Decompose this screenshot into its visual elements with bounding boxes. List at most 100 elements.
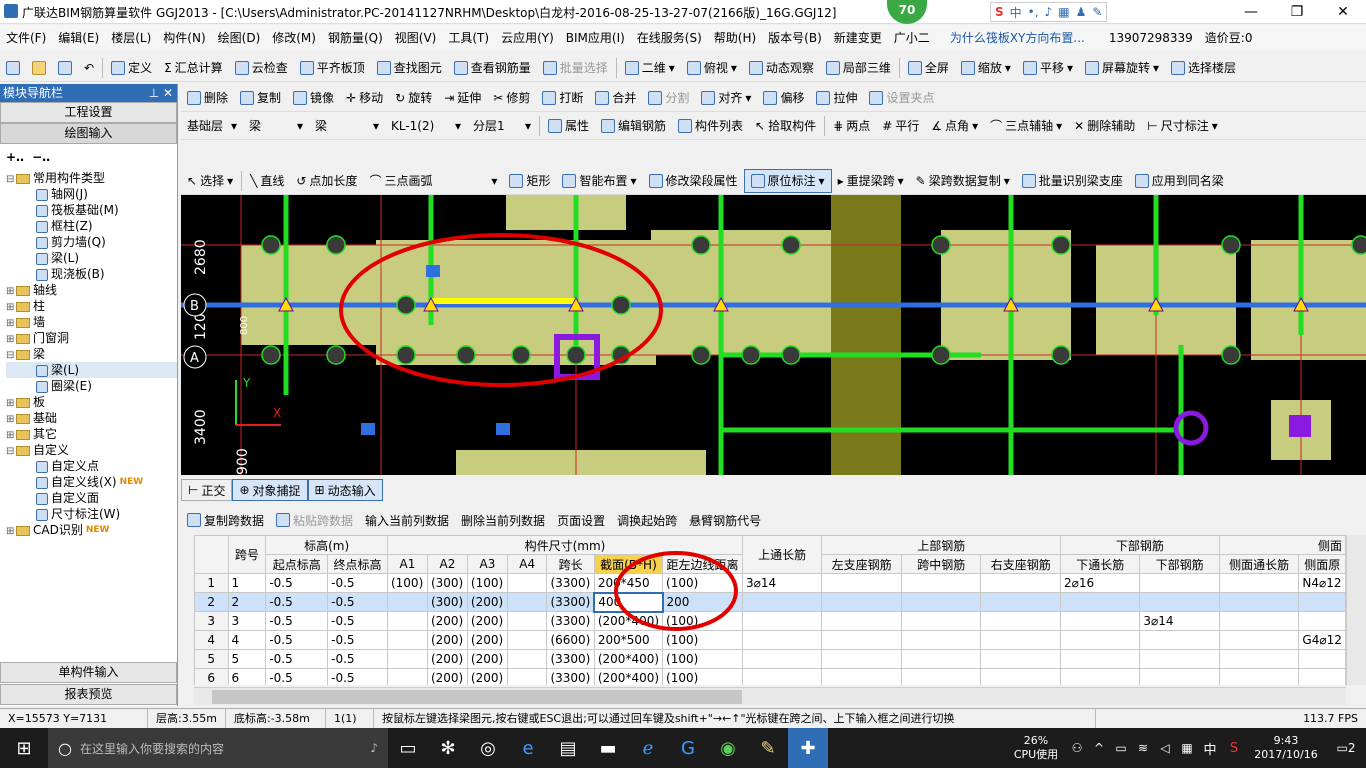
undo-button[interactable]: ↶ — [78, 56, 100, 80]
tree-item[interactable]: ⊟ 自定义 — [6, 442, 177, 458]
apply-same-name-button[interactable]: 应用到同名梁 — [1129, 169, 1230, 193]
align-top-button[interactable]: 平齐板顶 — [294, 56, 371, 80]
parallel-button[interactable]: # 平行 — [876, 114, 925, 138]
glodon-app-icon[interactable]: G — [668, 728, 708, 768]
menu-file[interactable]: 文件(F) — [0, 25, 52, 51]
minimize-button[interactable]: — — [1228, 0, 1274, 24]
menu-new-change[interactable]: 新建变更 — [828, 25, 888, 51]
notification-center[interactable]: ▭ 2 — [1326, 728, 1366, 768]
delete-button[interactable]: 删除 — [181, 86, 234, 110]
menu-modify[interactable]: 修改(M) — [266, 25, 322, 51]
line-button[interactable]: ╲ 直线 — [244, 169, 290, 193]
menu-tools[interactable]: 工具(T) — [442, 25, 495, 51]
tree-item[interactable]: 尺寸标注(W) — [6, 506, 177, 522]
tree-item[interactable]: 圈梁(E) — [6, 378, 177, 394]
menu-online[interactable]: 在线服务(S) — [631, 25, 708, 51]
stretch-button[interactable]: 拉伸 — [810, 86, 863, 110]
2d-dropdown[interactable]: 二维 ▾ — [619, 56, 681, 80]
calc-button[interactable]: Σ 汇总计算 — [158, 56, 229, 80]
type2-select[interactable]: 梁 ▾ — [309, 114, 385, 138]
copy-span-button[interactable]: 复制跨数据 — [181, 512, 270, 529]
tree-item[interactable]: 自定义面 — [6, 490, 177, 506]
expander-icon[interactable]: ⊟ — [6, 444, 16, 460]
scrollbar-thumb[interactable] — [212, 690, 742, 704]
merge-button[interactable]: 合并 — [589, 86, 642, 110]
layer-select[interactable]: 分层1 ▾ — [467, 114, 537, 138]
file-explorer-icon[interactable]: ▬ — [588, 728, 628, 768]
arc-dropdown[interactable]: ⌒ 三点画弧 ▾ — [363, 169, 503, 193]
zoom-dropdown[interactable]: 缩放 ▾ — [955, 56, 1017, 80]
input-column-button[interactable]: 输入当前列数据 — [359, 512, 455, 529]
modify-span-button[interactable]: 修改梁段属性 — [643, 169, 744, 193]
cad-drawing[interactable]: 2680 1200 3400 900 800 B A YX — [181, 195, 1366, 475]
pan-dropdown[interactable]: 平移 ▾ — [1017, 56, 1079, 80]
cantilever-code-button[interactable]: 悬臂钢筋代号 — [683, 512, 767, 529]
smart-layout-dropdown[interactable]: 智能布置 ▾ — [556, 169, 642, 193]
drawing-canvas[interactable]: 2680 1200 3400 900 800 B A YX — [181, 195, 1366, 475]
expand-all-icon[interactable]: +‥ — [6, 150, 24, 164]
tree-item[interactable]: ⊟ 梁 — [6, 346, 177, 362]
maximize-button[interactable]: ❐ — [1274, 0, 1320, 24]
menu-floor[interactable]: 楼层(L) — [105, 25, 157, 51]
tree-item[interactable]: 自定义点 — [6, 458, 177, 474]
keyboard-icon[interactable]: ▦ — [1176, 728, 1198, 768]
menu-edit[interactable]: 编辑(E) — [52, 25, 105, 51]
single-input-button[interactable]: 单构件输入 — [0, 662, 177, 683]
tree-item[interactable]: ⊞ CAD识别 NEW — [6, 522, 177, 538]
select-floor-button[interactable]: 选择楼层 — [1165, 56, 1242, 80]
properties-button[interactable]: 属性 — [542, 114, 595, 138]
tree-item[interactable]: ⊞ 门窗洞 — [6, 330, 177, 346]
batch-recognize-button[interactable]: 批量识别梁支座 — [1016, 169, 1129, 193]
tree-item[interactable]: 框柱(Z) — [6, 218, 177, 234]
project-settings-button[interactable]: 工程设置 — [0, 102, 177, 123]
orbit-button[interactable]: 动态观察 — [743, 56, 820, 80]
tree-item[interactable]: 剪力墙(Q) — [6, 234, 177, 250]
taskbar-search[interactable]: ○ 在这里输入你要搜索的内容 ♪ — [48, 728, 388, 768]
close-button[interactable]: ✕ — [1320, 0, 1366, 24]
floor-select[interactable]: 基础层 ▾ — [181, 114, 243, 138]
trim-button[interactable]: ✂ 修剪 — [487, 86, 536, 110]
person-icon[interactable]: ⚇ — [1066, 728, 1088, 768]
report-preview-button[interactable]: 报表预览 — [0, 684, 177, 705]
in-place-annotation-button[interactable]: 原位标注 ▾ — [743, 168, 832, 193]
rotate-screen-dropdown[interactable]: 屏幕旋转 ▾ — [1079, 56, 1165, 80]
mirror-button[interactable]: 镜像 — [287, 86, 340, 110]
menu-view[interactable]: 视图(V) — [389, 25, 443, 51]
pick-component-button[interactable]: ↖ 拾取构件 — [749, 114, 822, 138]
collapse-all-icon[interactable]: −‥ — [32, 150, 50, 164]
tree-item[interactable]: 筏板基础(M) — [6, 202, 177, 218]
menu-draw[interactable]: 绘图(D) — [212, 25, 267, 51]
batch-select-button[interactable]: 批量选择 — [537, 56, 614, 80]
component-list-button[interactable]: 构件列表 — [672, 114, 749, 138]
point-length-button[interactable]: ↺ 点加长度 — [290, 169, 363, 193]
tree-item[interactable]: ⊞ 轴线 — [6, 282, 177, 298]
menu-version[interactable]: 版本号(B) — [762, 25, 828, 51]
top-view-dropdown[interactable]: 俯视 ▾ — [681, 56, 743, 80]
tree-item[interactable]: 轴网(J) — [6, 186, 177, 202]
menu-news-link[interactable]: 为什么筏板XY方向布置... — [936, 25, 1091, 51]
copy-button[interactable]: 复制 — [234, 86, 287, 110]
drawing-input-button[interactable]: 绘图输入 — [0, 123, 177, 144]
delete-aux-button[interactable]: ✕ 删除辅助 — [1068, 114, 1141, 138]
ie-icon[interactable]: ℯ — [628, 728, 668, 768]
cloud-check-button[interactable]: 云检查 — [229, 56, 294, 80]
view-rebar-button[interactable]: 查看钢筋量 — [448, 56, 537, 80]
dimension-dropdown[interactable]: ⊢ 尺寸标注 ▾ — [1141, 114, 1224, 138]
tree-item[interactable]: 梁(L) — [6, 362, 177, 378]
re-span-dropdown[interactable]: ▸ 重提梁跨 ▾ — [832, 169, 910, 193]
point-angle-dropdown[interactable]: ∡ 点角 ▾ — [925, 114, 984, 138]
task-view-icon[interactable]: ▭ — [388, 728, 428, 768]
tree-item[interactable]: 梁(L) — [6, 250, 177, 266]
tree-item[interactable]: ⊞ 板 — [6, 394, 177, 410]
rect-button[interactable]: 矩形 — [503, 169, 556, 193]
tree-item[interactable]: ⊞ 柱 — [6, 298, 177, 314]
expander-icon[interactable]: ⊟ — [6, 172, 16, 188]
split-button[interactable]: 分割 — [642, 86, 695, 110]
page-setup-button[interactable]: 页面设置 — [551, 512, 611, 529]
tree-item[interactable]: ⊞ 基础 — [6, 410, 177, 426]
find-button[interactable]: 查找图元 — [371, 56, 448, 80]
menu-cloud[interactable]: 云应用(Y) — [495, 25, 560, 51]
define-button[interactable]: 定义 — [105, 56, 158, 80]
menu-rebar[interactable]: 钢筋量(Q) — [322, 25, 389, 51]
paste-span-button[interactable]: 粘贴跨数据 — [270, 512, 359, 529]
